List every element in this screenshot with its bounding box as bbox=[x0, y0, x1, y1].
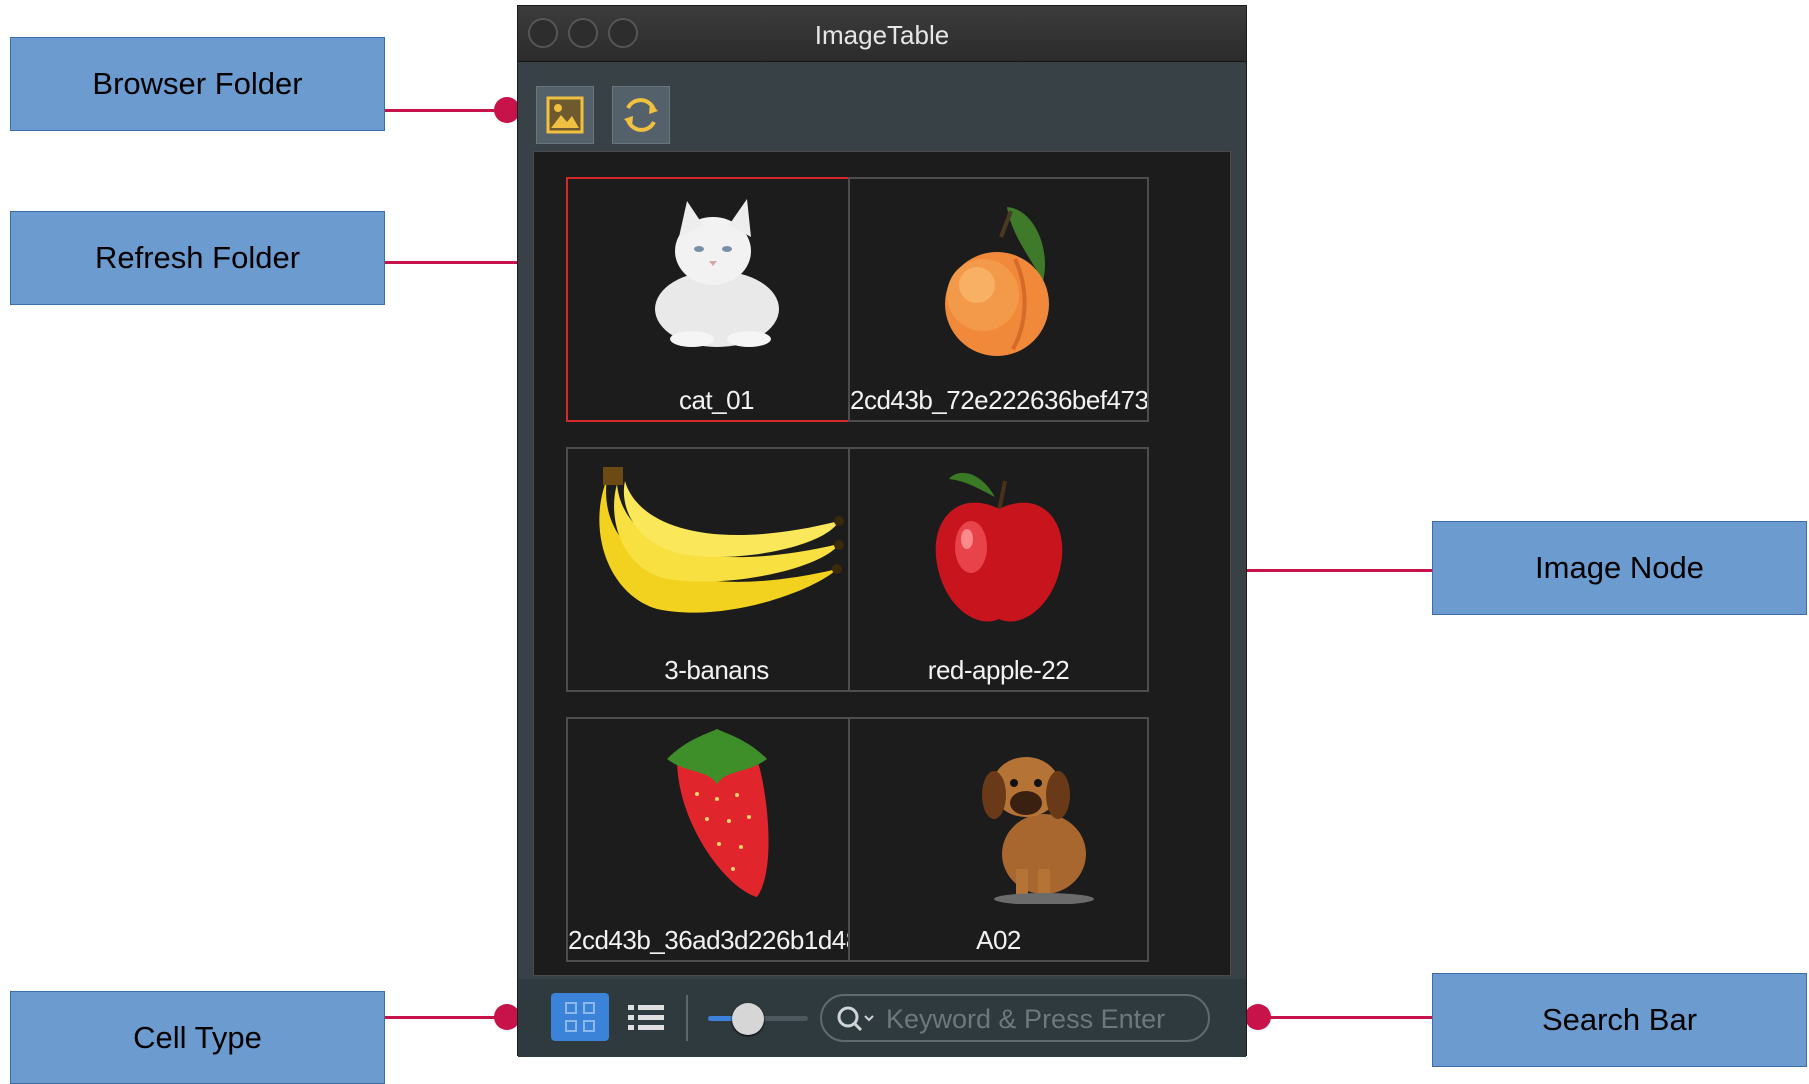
list-icon bbox=[628, 1005, 664, 1030]
bottom-bar bbox=[518, 979, 1246, 1057]
window-title: ImageTable bbox=[814, 20, 950, 50]
slider-thumb[interactable] bbox=[732, 1003, 764, 1035]
leader-line bbox=[1242, 569, 1432, 572]
callout-refresh-folder: Refresh Folder bbox=[10, 211, 385, 305]
search-icon bbox=[837, 1006, 874, 1032]
strawberry-image bbox=[666, 729, 769, 897]
image-grid: cat_01 2cd43b_72e222636bef473... 3-banan… bbox=[533, 151, 1231, 976]
leader-dot bbox=[1245, 1004, 1271, 1030]
image-node[interactable]: A02 bbox=[848, 717, 1149, 962]
refresh-folder-button[interactable] bbox=[612, 86, 670, 144]
image-node-label: 2cd43b_72e222636bef473... bbox=[850, 385, 1147, 415]
cell-size-slider[interactable] bbox=[708, 1003, 808, 1035]
leader-line bbox=[385, 1016, 505, 1019]
image-node[interactable]: cat_01 bbox=[566, 177, 867, 422]
callout-cell-type: Cell Type bbox=[10, 991, 385, 1084]
apple-image bbox=[935, 472, 1062, 622]
list-view-button[interactable] bbox=[624, 993, 670, 1041]
image-node-label: A02 bbox=[976, 925, 1021, 955]
image-node[interactable]: 2cd43b_72e222636bef473... bbox=[848, 177, 1149, 422]
image-node-label: cat_01 bbox=[678, 385, 755, 415]
grid-icon bbox=[565, 1002, 595, 1032]
imagetable-window: ImageTable cat_01 2cd43b_72e222636bef473… bbox=[517, 5, 1247, 1057]
browse-folder-button[interactable] bbox=[536, 86, 594, 144]
image-node-label: red-apple-22 bbox=[927, 655, 1070, 685]
callout-image-node: Image Node bbox=[1432, 521, 1807, 615]
title-bar: ImageTable bbox=[518, 6, 1246, 62]
callout-search-bar: Search Bar bbox=[1432, 973, 1807, 1067]
image-node-label: 2cd43b_36ad3d226b1d48... bbox=[568, 925, 865, 955]
grid-view-button[interactable] bbox=[551, 993, 609, 1041]
peach-image bbox=[944, 207, 1049, 356]
leader-line bbox=[1265, 1016, 1432, 1019]
image-node[interactable]: 2cd43b_36ad3d226b1d48... bbox=[566, 717, 867, 962]
image-node-label: 3-banans bbox=[664, 655, 769, 685]
puppy-image bbox=[982, 757, 1095, 904]
image-node[interactable]: red-apple-22 bbox=[848, 447, 1149, 692]
leader-line bbox=[385, 109, 505, 112]
search-input[interactable] bbox=[884, 1002, 1198, 1036]
banana-image bbox=[598, 467, 844, 613]
image-icon bbox=[546, 96, 584, 134]
search-bar[interactable] bbox=[820, 994, 1210, 1042]
refresh-icon bbox=[624, 98, 658, 132]
divider bbox=[686, 995, 688, 1041]
cat-image bbox=[654, 199, 779, 347]
image-node[interactable]: 3-banans bbox=[566, 447, 867, 692]
callout-browser-folder: Browser Folder bbox=[10, 37, 385, 131]
